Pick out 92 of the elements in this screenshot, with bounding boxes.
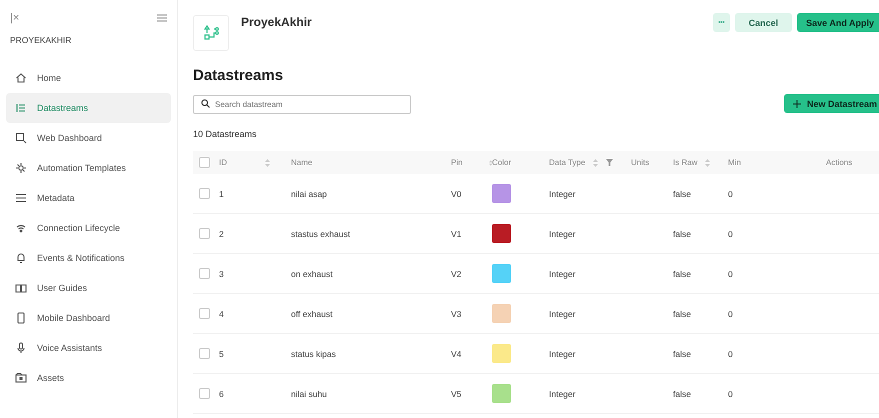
sidebar-item[interactable]: Events & Notifications [6,243,171,273]
sort-icon[interactable] [705,158,710,166]
cancel-button[interactable]: Cancel [734,13,792,32]
table-cell: stastus exhaust [291,228,350,238]
table-cell: 0 [728,268,733,278]
checkbox[interactable] [199,268,210,279]
table-cell: false [673,228,691,238]
table-cell: off exhaust [291,308,332,318]
checkbox[interactable] [199,388,210,399]
table-cell: Integer [549,268,576,278]
table-cell: 4 [219,308,224,318]
table-cell: status kipas [291,348,336,358]
table-cell: false [673,188,691,198]
column-header: Min [728,158,741,167]
nav-icon [15,192,27,204]
table-cell: V3 [451,308,462,318]
project-icon [193,15,229,51]
table-cell: 5 [219,348,224,358]
organization-name: PROYEKAKHIR [10,35,72,45]
search-icon [201,99,210,108]
checkbox[interactable] [199,348,210,359]
nav-icon [15,252,27,264]
column-header: Color [492,158,512,167]
table-cell: 0 [728,228,733,238]
column-header: Pin [451,158,463,167]
table-cell: nilai suhu [291,388,327,398]
sidebar-item[interactable]: Connection Lifecycle [6,213,171,243]
sidebar-item[interactable]: Assets [6,363,171,393]
sidebar-item[interactable]: Datastreams [6,93,171,123]
table-cell: false [673,388,691,398]
table-cell: V1 [451,228,462,238]
nav-icon [15,372,27,384]
sidebar-item[interactable]: Mobile Dashboard [6,303,171,333]
column-header: ID [219,158,227,167]
table-cell: 0 [728,308,733,318]
table-cell: V5 [451,388,462,398]
nav-icon [15,102,27,114]
nav-icon [15,162,27,174]
nav-icon [15,222,27,234]
column-header: Units [631,158,650,167]
nav-icon [15,72,27,84]
sidebar-item[interactable]: Voice Assistants [6,333,171,363]
table-cell: Integer [549,308,576,318]
table-cell: 2 [219,228,224,238]
table-cell: V2 [451,268,462,278]
filter-icon[interactable] [606,159,614,166]
logo: |× [10,12,20,24]
nav-icon [15,342,27,354]
table-cell: false [673,308,691,318]
sort-icon[interactable] [265,158,270,166]
table-cell: 6 [219,388,224,398]
checkbox[interactable] [199,308,210,319]
column-header: Is Raw [673,158,698,167]
checkbox[interactable] [199,228,210,239]
column-header: Data Type [549,158,586,167]
save-button[interactable]: Save And Apply [797,13,879,32]
table-cell: 0 [728,348,733,358]
plus-icon [792,100,801,108]
sidebar-item[interactable]: Home [6,63,171,93]
nav-icon [15,312,27,324]
checkbox[interactable] [199,157,210,168]
table-cell: false [673,348,691,358]
datastream-count: 10 Datastreams [193,129,258,139]
project-title: ProyekAkhir [241,15,312,29]
table-cell: V4 [451,348,462,358]
sidebar-item[interactable]: Web Dashboard [6,123,171,153]
page-title: Datastreams [193,67,284,84]
column-header: Name [291,158,312,167]
new-datastream-button[interactable]: New Datastream [784,94,879,113]
sort-icon[interactable] [593,158,598,166]
table-cell: on exhaust [291,268,333,278]
table-cell: 1 [219,188,224,198]
sidebar-item[interactable]: User Guides [6,273,171,303]
table-cell: Integer [549,348,576,358]
table-cell: Integer [549,188,576,198]
sidebar-item[interactable]: Automation Templates [6,153,171,183]
table-cell: false [673,268,691,278]
sidebar-item[interactable]: Metadata [6,183,171,213]
search-field[interactable]: Search datastream [193,95,411,114]
table-cell: 0 [728,188,733,198]
table-cell: 0 [728,388,733,398]
table-cell: Integer [549,388,576,398]
checkbox[interactable] [199,188,210,199]
column-header: Actions [826,158,852,167]
table-cell: V0 [451,188,462,198]
table-cell: 3 [219,268,224,278]
sort-icon[interactable] [488,158,492,166]
menu-icon[interactable] [157,14,167,22]
table-cell: nilai asap [291,188,327,198]
table-cell: Integer [549,228,576,238]
nav-icon [15,132,27,144]
nav-icon [15,282,27,294]
